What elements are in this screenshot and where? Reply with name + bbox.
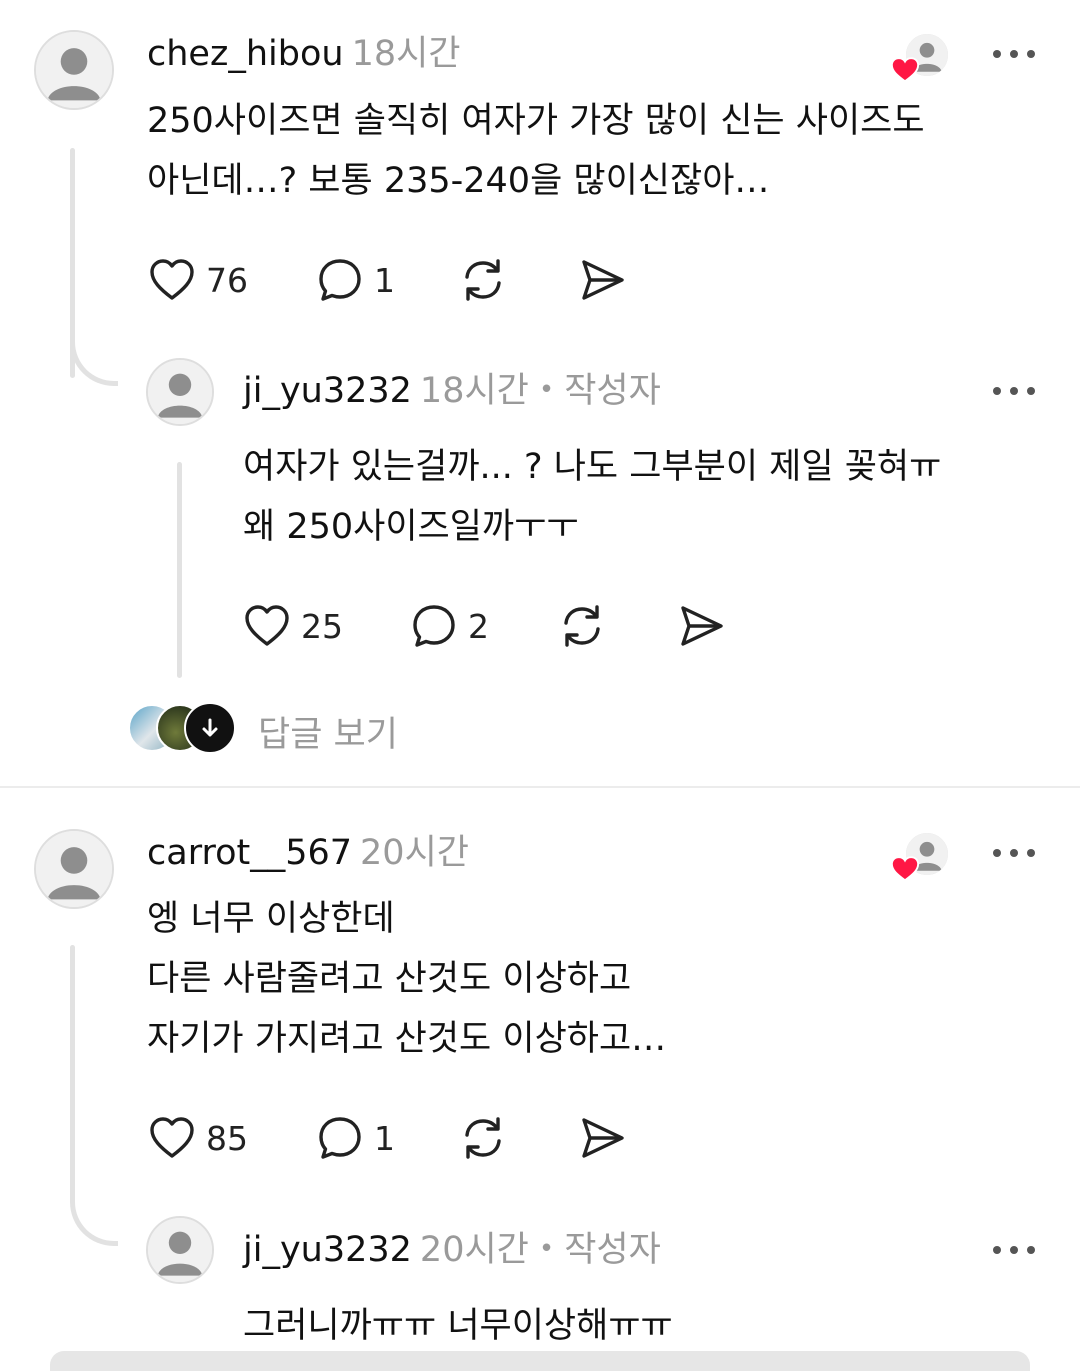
comment-line: 250사이즈면 솔직히 여자가 가장 많이 신는 사이즈도: [147, 101, 925, 141]
comment-text: 여자가 있는걸까... ? 나도 그부분이 제일 꽂혀ㅠ 왜 250사이즈일까ㅜ…: [243, 437, 941, 557]
like-count: 25: [301, 606, 343, 646]
comment-line: 왜 250사이즈일까ㅜㅜ: [243, 507, 579, 547]
paper-plane-icon: [677, 602, 725, 650]
share-button[interactable]: [677, 602, 725, 650]
avatar[interactable]: [34, 30, 114, 110]
thread-line-curve: [70, 330, 118, 386]
comment-line: 엥 너무 이상한데: [147, 899, 395, 939]
heart-outline-icon: [148, 256, 196, 304]
repost-arrows-icon: [558, 602, 606, 650]
speech-bubble-icon: [316, 1114, 364, 1162]
more-options-button[interactable]: [993, 846, 1035, 860]
username[interactable]: chez_hibou: [147, 34, 344, 74]
comment-line: 여자가 있는걸까... ? 나도 그부분이 제일 꽂혀ㅠ: [243, 447, 942, 487]
timestamp: 20시간: [419, 1230, 529, 1270]
heart-outline-icon: [148, 1114, 196, 1162]
expand-replies-button[interactable]: [184, 702, 236, 754]
reply-count: 2: [468, 606, 489, 646]
repost-button[interactable]: [459, 1114, 507, 1162]
comment-text: 엥 너무 이상한데 다른 사람줄려고 산것도 이상하고 자기가 가지려고 산것도…: [147, 889, 666, 1069]
ellipsis-icon: [993, 1246, 1001, 1254]
author-tag: 작성자: [564, 1230, 661, 1270]
reply-button[interactable]: 2: [410, 602, 489, 650]
like-button[interactable]: 76: [148, 256, 248, 304]
paper-plane-icon: [578, 256, 626, 304]
author-tag: 작성자: [564, 371, 661, 411]
reply-count: 1: [374, 260, 395, 300]
speech-bubble-icon: [316, 256, 364, 304]
more-options-button[interactable]: [993, 47, 1035, 61]
separator-dot: •: [538, 375, 555, 405]
username[interactable]: ji_yu3232: [243, 1230, 412, 1270]
comment-line: 다른 사람줄려고 산것도 이상하고: [147, 959, 632, 999]
username-line: ji_yu3232 20시간 • 작성자: [243, 1233, 661, 1268]
heart-outline-icon: [243, 602, 291, 650]
thread-line: [177, 462, 182, 678]
timestamp: 20시간: [360, 833, 469, 873]
thread-line-curve: [70, 1190, 118, 1246]
more-options-button[interactable]: [993, 384, 1035, 398]
avatar[interactable]: [146, 358, 214, 426]
username[interactable]: carrot__567: [147, 833, 352, 873]
like-button[interactable]: 25: [243, 602, 343, 650]
arrow-down-icon: [202, 718, 218, 737]
ellipsis-icon: [993, 50, 1001, 58]
comment-line: 그러니까ㅠㅠ 너무이상해ㅠㅠ: [243, 1306, 673, 1346]
username-line: ji_yu3232 18시간 • 작성자: [243, 374, 661, 409]
share-button[interactable]: [578, 256, 626, 304]
more-options-button[interactable]: [993, 1243, 1035, 1257]
bottom-bar-edge: [50, 1351, 1030, 1371]
username-line: chez_hibou 18시간: [147, 37, 461, 72]
username-line: carrot__567 20시간: [147, 836, 469, 871]
timestamp: 18시간: [419, 371, 529, 411]
view-replies-link[interactable]: 답글 보기: [258, 706, 398, 757]
comment-text: 250사이즈면 솔직히 여자가 가장 많이 신는 사이즈도 아닌데…? 보통 2…: [147, 91, 925, 211]
timestamp: 18시간: [351, 34, 461, 74]
ellipsis-icon: [993, 849, 1001, 857]
liked-by-author-badge: [890, 831, 952, 882]
repost-button[interactable]: [558, 602, 606, 650]
repost-arrows-icon: [459, 256, 507, 304]
comment-line: 자기가 가지려고 산것도 이상하고…: [147, 1019, 667, 1059]
speech-bubble-icon: [410, 602, 458, 650]
avatar[interactable]: [34, 829, 114, 909]
liked-by-author-badge: [890, 32, 952, 83]
like-button[interactable]: 85: [148, 1114, 248, 1162]
like-count: 76: [206, 260, 248, 300]
separator-dot: •: [538, 1234, 555, 1264]
comment-text: 그러니까ㅠㅠ 너무이상해ㅠㅠ: [243, 1296, 673, 1356]
thread-divider: [0, 786, 1080, 788]
share-button[interactable]: [578, 1114, 626, 1162]
comment-line: 아닌데…? 보통 235-240을 많이신잖아…: [147, 161, 770, 201]
reply-button[interactable]: 1: [316, 256, 395, 304]
red-heart-icon: [890, 856, 920, 882]
like-count: 85: [206, 1118, 248, 1158]
paper-plane-icon: [578, 1114, 626, 1162]
reply-count: 1: [374, 1118, 395, 1158]
repost-button[interactable]: [459, 256, 507, 304]
ellipsis-icon: [993, 387, 1001, 395]
avatar[interactable]: [146, 1216, 214, 1284]
red-heart-icon: [890, 57, 920, 83]
reply-button[interactable]: 1: [316, 1114, 395, 1162]
thread-line: [70, 945, 75, 1195]
username[interactable]: ji_yu3232: [243, 371, 412, 411]
repost-arrows-icon: [459, 1114, 507, 1162]
